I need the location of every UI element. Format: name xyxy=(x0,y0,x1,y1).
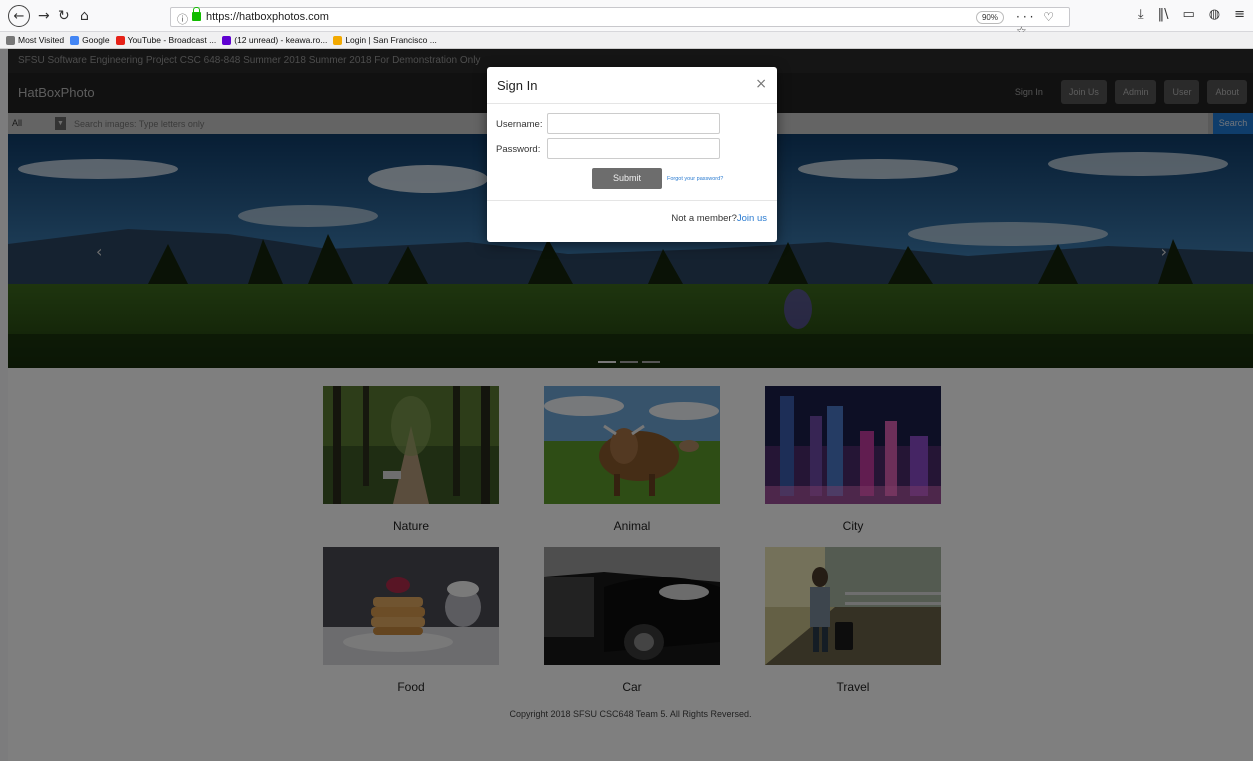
info-icon[interactable]: ⓘ xyxy=(177,11,188,27)
forward-button[interactable]: → xyxy=(38,6,50,26)
home-button[interactable]: ⌂ xyxy=(80,6,89,26)
not-member-label: Not a member? xyxy=(671,213,737,224)
modal-title: Sign In xyxy=(497,78,538,93)
username-label: Username: xyxy=(496,119,543,130)
close-icon[interactable]: × xyxy=(755,76,767,92)
join-us-link[interactable]: Join us xyxy=(737,213,767,224)
modal-footer: Not a member?Join us xyxy=(487,200,777,242)
back-button[interactable]: ← xyxy=(8,5,30,27)
browser-toolbar: ← → ↻ ⌂ ⓘ https://hatboxphotos.com 90% ·… xyxy=(0,0,1253,38)
sfsu-icon xyxy=(333,35,343,45)
library-icon[interactable]: ‖\ xyxy=(1158,7,1169,22)
zoom-indicator[interactable]: 90% xyxy=(976,11,1004,24)
bookmarks-bar: Most Visited Google YouTube - Broadcast … xyxy=(0,32,1253,49)
signin-modal: Sign In × Username: Password: Submit For… xyxy=(487,67,777,242)
bookmark-google[interactable]: Google xyxy=(70,35,110,45)
url-text[interactable]: https://hatboxphotos.com xyxy=(206,11,329,23)
forgot-password-link[interactable]: Forgot your password? xyxy=(667,176,723,182)
bookmark-most-visited[interactable]: Most Visited xyxy=(6,35,64,45)
modal-header: Sign In × xyxy=(487,67,777,104)
reload-button[interactable]: ↻ xyxy=(58,6,70,26)
account-icon[interactable]: ◍ xyxy=(1209,7,1220,22)
not-member-text: Not a member?Join us xyxy=(671,213,767,224)
lock-icon xyxy=(192,7,201,21)
submit-button[interactable]: Submit xyxy=(592,168,662,189)
yahoo-icon xyxy=(222,35,232,45)
password-field[interactable] xyxy=(547,138,720,159)
password-label: Password: xyxy=(496,144,541,155)
gear-icon xyxy=(6,35,15,45)
download-icon[interactable]: ⤓ xyxy=(1138,7,1144,22)
sidebar-icon[interactable]: ▭ xyxy=(1182,7,1194,22)
menu-icon[interactable]: ≡ xyxy=(1234,7,1245,22)
google-icon xyxy=(70,35,80,45)
bookmark-youtube[interactable]: YouTube - Broadcast ... xyxy=(115,35,216,45)
bookmark-yahoo-mail[interactable]: (12 unread) - keawa.ro... xyxy=(222,35,327,45)
username-field[interactable] xyxy=(547,113,720,134)
bookmark-login-sf[interactable]: Login | San Francisco ... xyxy=(333,35,437,45)
url-bar[interactable]: ⓘ https://hatboxphotos.com 90% ··· ♡ ☆ xyxy=(170,7,1070,38)
youtube-icon xyxy=(115,35,125,45)
